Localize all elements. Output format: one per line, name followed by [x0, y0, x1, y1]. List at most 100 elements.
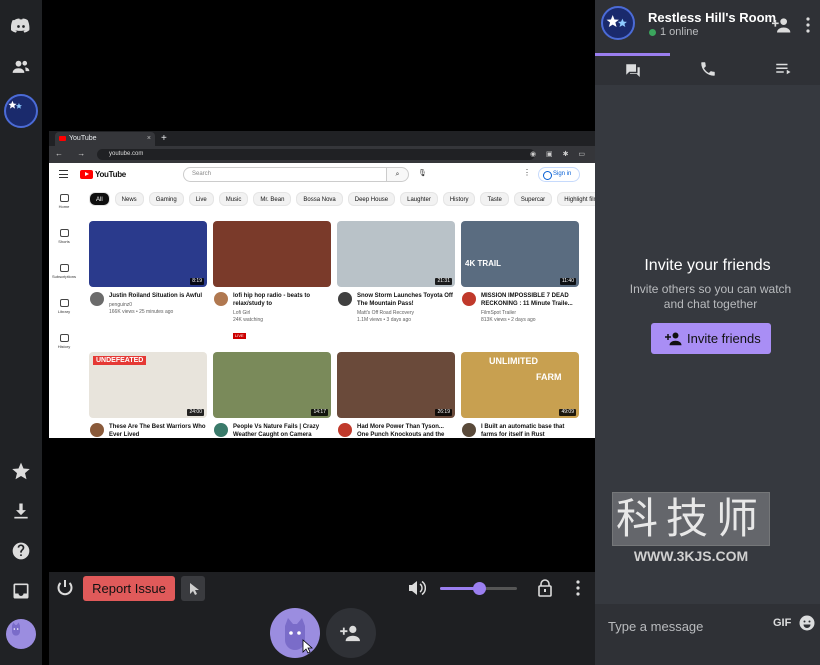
- tab-playlist[interactable]: [745, 53, 820, 85]
- filter-chip[interactable]: News: [114, 192, 144, 206]
- tab-close-icon[interactable]: ×: [147, 132, 151, 146]
- video-thumbnail[interactable]: 8:19: [89, 221, 207, 287]
- video-card[interactable]: 8:19 Justin Roiland Situation is Awful pen…: [89, 221, 207, 332]
- channel-avatar[interactable]: [214, 423, 228, 437]
- filter-chip[interactable]: Taste: [480, 192, 509, 206]
- report-issue-button[interactable]: Report Issue: [83, 576, 175, 601]
- video-card[interactable]: lofi hip hop radio - beats to relax/stud…: [213, 221, 331, 339]
- tab-chat[interactable]: [595, 53, 670, 85]
- youtube-search-input[interactable]: Search: [183, 167, 387, 182]
- participant-avatar[interactable]: [270, 608, 320, 658]
- volume-slider-knob[interactable]: [472, 582, 486, 595]
- video-thumbnail[interactable]: UNDEFEATED 24:00: [89, 352, 207, 418]
- video-thumbnail[interactable]: 26:19: [337, 352, 455, 418]
- video-card[interactable]: UNDEFEATED 24:00 These Are The Best Warrio…: [89, 352, 207, 438]
- inbox-icon[interactable]: [9, 579, 33, 603]
- sidebar-item-label: History: [57, 344, 71, 349]
- tab-call[interactable]: [670, 53, 745, 85]
- more-vert-icon[interactable]: [803, 16, 813, 34]
- new-tab-button[interactable]: +: [161, 131, 167, 146]
- video-thumbnail[interactable]: 21:31: [337, 221, 455, 287]
- video-thumbnail[interactable]: 4K TRAIL 11:40: [461, 221, 579, 287]
- channel-avatar[interactable]: [214, 292, 228, 306]
- download-icon[interactable]: [9, 499, 33, 523]
- video-card[interactable]: 4K TRAIL 11:40 MISSION IMPOSSIBLE 7 DEAD R…: [461, 221, 579, 332]
- gif-button[interactable]: GIF: [773, 617, 791, 629]
- filter-chip[interactable]: Highlight films: [557, 192, 595, 206]
- filter-chip[interactable]: Mr. Bean: [253, 192, 292, 206]
- filter-chip[interactable]: Deep House: [347, 192, 396, 206]
- message-composer[interactable]: Type a message GIF: [595, 604, 820, 665]
- video-thumbnail[interactable]: UNLIMITED FARM 49:09: [461, 352, 579, 418]
- star-icon[interactable]: [9, 459, 33, 483]
- more-vert-icon[interactable]: [572, 579, 584, 597]
- more-vert-icon[interactable]: ⋮: [523, 168, 531, 177]
- filter-chip[interactable]: Music: [218, 192, 249, 206]
- user-avatar[interactable]: [6, 619, 36, 649]
- sidebar-item[interactable]: Shorts: [49, 229, 79, 261]
- shared-browser-window[interactable]: YouTube × + ← → C youtube.com ◉ ▣ ✱ ▭ Yo…: [49, 131, 595, 438]
- video-title[interactable]: People Vs Nature Fails | Crazy Weather C…: [233, 423, 331, 438]
- lock-icon[interactable]: [537, 579, 553, 597]
- channel-avatar[interactable]: [338, 423, 352, 437]
- channel-name[interactable]: Lofi Girl: [233, 310, 331, 317]
- browser-tab[interactable]: YouTube ×: [55, 132, 155, 146]
- channel-avatar[interactable]: [462, 423, 476, 437]
- power-icon[interactable]: [55, 578, 75, 598]
- filter-chip[interactable]: Bossa Nova: [296, 192, 343, 206]
- video-card[interactable]: 14:17 People Vs Nature Fails | Crazy Weat…: [213, 352, 331, 438]
- address-bar[interactable]: youtube.com: [97, 149, 535, 160]
- help-icon[interactable]: [9, 539, 33, 563]
- filter-chip[interactable]: Live: [188, 192, 214, 206]
- video-title[interactable]: Snow Storm Launches Toyota Off The Mount…: [357, 292, 455, 308]
- video-card[interactable]: 26:19 Had More Power Than Tyson... One Pu…: [337, 352, 455, 438]
- volume-icon[interactable]: [408, 580, 426, 596]
- channel-name[interactable]: Matt's Off Road Recovery: [357, 310, 455, 317]
- video-title[interactable]: lofi hip hop radio - beats to relax/stud…: [233, 292, 331, 308]
- room-avatar[interactable]: [4, 94, 38, 128]
- sidebar-item[interactable]: History: [49, 334, 79, 366]
- menu-icon[interactable]: [59, 170, 68, 178]
- video-title[interactable]: I Built an automatic base that farms for…: [481, 423, 579, 438]
- extensions-icons[interactable]: ◉ ▣ ✱ ▭: [530, 150, 589, 158]
- video-thumbnail[interactable]: [213, 221, 331, 287]
- emoji-icon[interactable]: [799, 615, 815, 631]
- filter-chip[interactable]: History: [442, 192, 476, 206]
- channel-avatar[interactable]: [90, 292, 104, 306]
- video-card[interactable]: UNLIMITED FARM 49:09 I Built an automatic b…: [461, 352, 579, 438]
- sidebar-item[interactable]: Library: [49, 299, 79, 331]
- video-stage[interactable]: YouTube × + ← → C youtube.com ◉ ▣ ✱ ▭ Yo…: [49, 0, 595, 572]
- channel-name[interactable]: penguinz0: [109, 302, 207, 309]
- video-title[interactable]: MISSION IMPOSSIBLE 7 DEAD RECKONING : 11…: [481, 292, 579, 308]
- video-title[interactable]: Had More Power Than Tyson... One Punch K…: [357, 423, 455, 438]
- search-icon[interactable]: ⌕: [387, 167, 409, 182]
- video-title[interactable]: These Are The Best Warriors Who Ever Liv…: [109, 423, 207, 438]
- microphone-icon[interactable]: 🎙: [418, 169, 427, 177]
- thumbnail-caption: UNDEFEATED: [93, 356, 147, 365]
- discord-logo-icon[interactable]: [9, 14, 33, 38]
- channel-name[interactable]: FilmSpot Trailer: [481, 310, 579, 317]
- video-title[interactable]: Justin Roiland Situation is Awful: [109, 292, 207, 300]
- sidebar-item[interactable]: Subscriptions: [49, 264, 79, 296]
- add-person-icon[interactable]: [772, 16, 792, 34]
- invite-friends-button[interactable]: Invite friends: [651, 323, 771, 354]
- filter-chip[interactable]: Gaming: [148, 192, 184, 206]
- filter-chip[interactable]: Supercar: [513, 192, 553, 206]
- message-input[interactable]: Type a message: [608, 619, 703, 634]
- video-thumbnail[interactable]: 14:17: [213, 352, 331, 418]
- filter-chip[interactable]: Laughter: [400, 192, 438, 206]
- sidebar-item-label: Shorts: [58, 239, 70, 244]
- video-card[interactable]: 21:31 Snow Storm Launches Toyota Off The …: [337, 221, 455, 332]
- room-header-avatar[interactable]: [601, 6, 635, 40]
- sign-in-button[interactable]: Sign in: [538, 167, 580, 182]
- youtube-logo[interactable]: YouTube: [80, 169, 126, 180]
- sidebar-item[interactable]: Home: [49, 194, 79, 226]
- channel-avatar[interactable]: [462, 292, 476, 306]
- volume-slider[interactable]: [440, 582, 517, 595]
- channel-avatar[interactable]: [90, 423, 104, 437]
- friends-icon[interactable]: [9, 55, 33, 79]
- add-participant-button[interactable]: [326, 608, 376, 658]
- pointer-toggle-button[interactable]: [181, 576, 205, 601]
- filter-chip[interactable]: All: [89, 192, 110, 206]
- channel-avatar[interactable]: [338, 292, 352, 306]
